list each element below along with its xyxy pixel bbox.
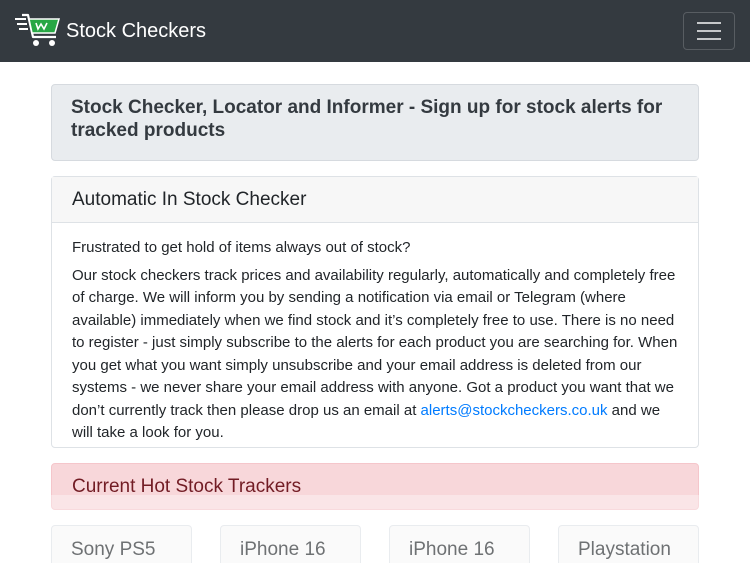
card-header: Automatic In Stock Checker <box>52 177 698 223</box>
shopping-cart-icon <box>15 13 60 46</box>
description-text: Our stock checkers track prices and avai… <box>72 265 678 445</box>
tracker-card-iphone-16-alt[interactable]: iPhone 16 <box>389 525 530 563</box>
card-body: Frustrated to get hold of items always o… <box>52 223 698 445</box>
brand-link[interactable]: Stock Checkers <box>14 13 206 49</box>
tracker-label: iPhone 16 <box>409 539 495 560</box>
intro-text: Frustrated to get hold of items always o… <box>72 239 411 256</box>
brand-name: Stock Checkers <box>66 20 207 42</box>
hot-trackers-title: Current Hot Stock Trackers <box>72 476 302 497</box>
description-main: Our stock checkers track prices and avai… <box>72 266 678 419</box>
tracker-card-iphone-16[interactable]: iPhone 16 <box>220 525 361 563</box>
hot-trackers-banner: Current Hot Stock Trackers <box>51 463 699 510</box>
menu-bar <box>697 22 721 24</box>
stock-checker-card: Automatic In Stock Checker Frustrated to… <box>51 176 699 448</box>
tracker-label: iPhone 16 <box>240 539 326 560</box>
tracker-label: Playstation <box>578 539 671 560</box>
page-header: Stock Checker, Locator and Informer - Si… <box>51 84 699 161</box>
top-navbar: Stock Checkers <box>0 0 750 62</box>
menu-bar <box>697 38 721 40</box>
hamburger-menu-icon[interactable] <box>683 12 735 50</box>
page-title: Stock Checker, Locator and Informer - Si… <box>71 97 663 141</box>
email-link[interactable]: alerts@stockcheckers.co.uk <box>421 402 608 419</box>
tracker-card-playstation[interactable]: Playstation <box>558 525 699 563</box>
tracker-label: Sony PS5 <box>71 539 156 560</box>
card-title: Automatic In Stock Checker <box>72 189 307 210</box>
menu-bar <box>697 30 721 32</box>
tracker-card-sony-ps5[interactable]: Sony PS5 <box>51 525 192 563</box>
